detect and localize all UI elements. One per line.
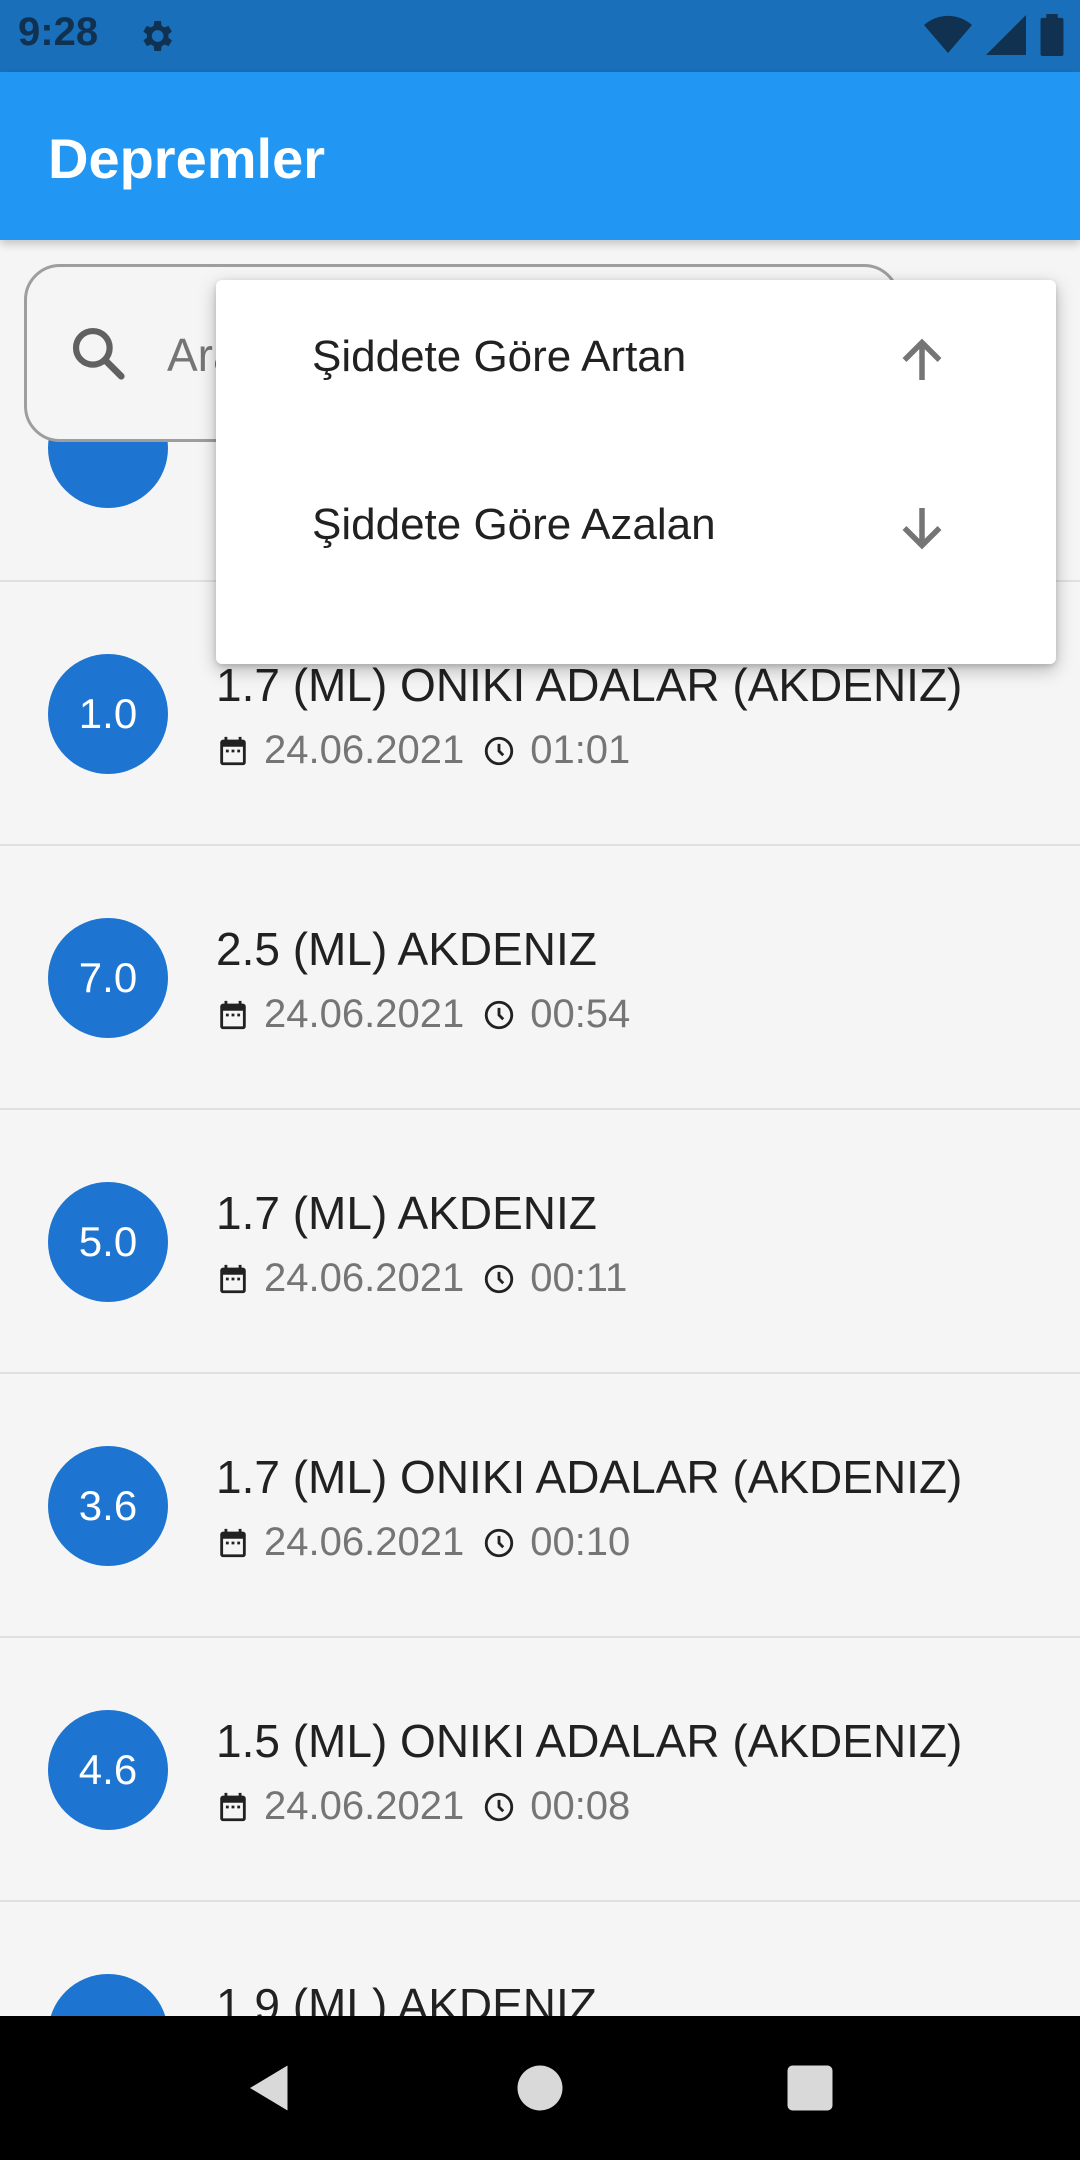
recents-button[interactable] xyxy=(780,2058,840,2123)
status-bar: 9:28 xyxy=(0,0,1080,72)
system-icons xyxy=(924,14,1064,61)
quake-title: 1.7 (ML) ONIKI ADALAR (AKDENIZ) xyxy=(216,659,963,711)
back-button[interactable] xyxy=(240,2058,300,2123)
quake-date: 24.06.2021 xyxy=(264,1520,465,1564)
cellular-signal-icon xyxy=(986,15,1026,60)
quake-date: 24.06.2021 xyxy=(264,1784,465,1828)
magnitude-badge: 5.0 xyxy=(48,1182,168,1302)
quake-date: 24.06.2021 xyxy=(264,1256,465,1300)
list-item[interactable]: 3.6 1.7 (ML) ONIKI ADALAR (AKDENIZ) 24.0… xyxy=(0,1374,1080,1638)
menu-item-label: Şiddete Göre Azalan xyxy=(312,500,716,549)
magnitude-badge: 4.6 xyxy=(48,1710,168,1830)
quake-title: 1.5 (ML) ONIKI ADALAR (AKDENIZ) xyxy=(216,1715,963,1767)
quake-time: 00:10 xyxy=(530,1520,631,1564)
magnitude-badge: 1.0 xyxy=(48,654,168,774)
list-item[interactable]: 4.6 1.5 (ML) ONIKI ADALAR (AKDENIZ) 24.0… xyxy=(0,1638,1080,1902)
calendar-icon xyxy=(216,734,250,768)
quake-date: 24.06.2021 xyxy=(264,992,465,1036)
calendar-icon xyxy=(216,1526,250,1560)
quake-time: 00:11 xyxy=(530,1256,628,1300)
calendar-icon xyxy=(216,998,250,1032)
quake-meta: 24.06.2021 00:08 xyxy=(216,1784,630,1829)
clock-icon xyxy=(482,1262,516,1296)
quake-date: 24.06.2021 xyxy=(264,728,465,772)
system-nav-bar xyxy=(0,2016,1080,2160)
battery-icon xyxy=(1040,14,1064,61)
status-time: 9:28 xyxy=(18,10,99,54)
page-title: Depremler xyxy=(48,127,326,190)
quake-title: 1.7 (ML) AKDENIZ xyxy=(216,1187,597,1239)
quake-title: 1.7 (ML) ONIKI ADALAR (AKDENIZ) xyxy=(216,1451,963,1503)
quake-time: 00:54 xyxy=(530,992,631,1036)
quake-time: 00:08 xyxy=(530,1784,631,1828)
clock-icon xyxy=(482,998,516,1032)
arrow-down-icon xyxy=(892,498,952,563)
quake-meta: 24.06.2021 00:11 xyxy=(216,1256,627,1301)
calendar-icon xyxy=(216,1262,250,1296)
clock-icon xyxy=(482,1790,516,1824)
magnitude-badge: 3.6 xyxy=(48,1446,168,1566)
search-icon xyxy=(67,322,129,389)
home-button[interactable] xyxy=(510,2058,570,2123)
quake-time: 01:01 xyxy=(530,728,631,772)
wifi-icon xyxy=(924,15,972,60)
clock-icon xyxy=(482,734,516,768)
app-bar: Depremler xyxy=(0,72,1080,240)
settings-gear-icon xyxy=(136,16,176,61)
arrow-up-icon xyxy=(892,330,952,395)
calendar-icon xyxy=(216,1790,250,1824)
list-item[interactable]: 7.0 2.5 (ML) AKDENIZ 24.06.2021 00:54 xyxy=(0,846,1080,1110)
quake-meta: 24.06.2021 01:01 xyxy=(216,728,630,773)
list-item[interactable]: 5.0 1.7 (ML) AKDENIZ 24.06.2021 00:11 xyxy=(0,1110,1080,1374)
quake-meta: 24.06.2021 00:10 xyxy=(216,1520,630,1565)
magnitude-badge: 7.0 xyxy=(48,918,168,1038)
quake-meta: 24.06.2021 00:54 xyxy=(216,992,630,1037)
clock-icon xyxy=(482,1526,516,1560)
menu-item-sort-descending[interactable]: Şiddete Göre Azalan xyxy=(216,448,1056,616)
menu-item-label: Şiddete Göre Artan xyxy=(312,332,687,381)
menu-item-sort-ascending[interactable]: Şiddete Göre Artan xyxy=(216,280,1056,448)
sort-menu: Şiddete Göre Artan Şiddete Göre Azalan xyxy=(216,280,1056,664)
quake-title: 2.5 (ML) AKDENIZ xyxy=(216,923,597,975)
